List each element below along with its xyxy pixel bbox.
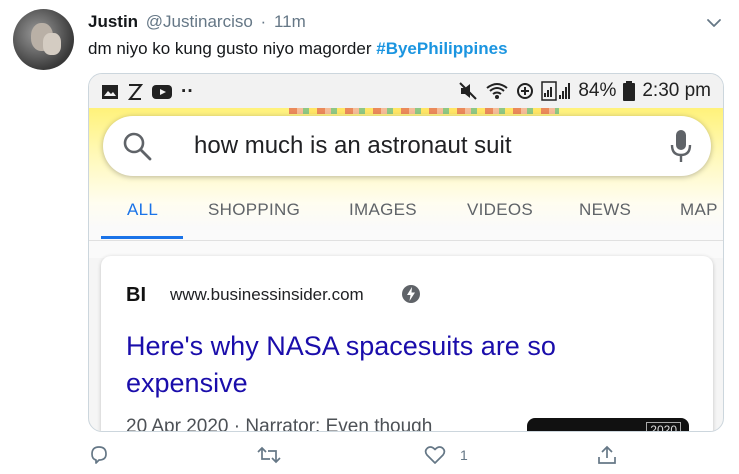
tweet-media-image[interactable]: ·· 84% 2:30 pm how much is an astronaut … bbox=[88, 73, 724, 432]
search-result-card[interactable]: BI www.businessinsider.com Here's why NA… bbox=[101, 256, 713, 432]
heart-icon bbox=[424, 446, 446, 464]
search-tabs: ALL SHOPPING IMAGES VIDEOS NEWS MAP bbox=[101, 198, 723, 240]
status-clock: 2:30 pm bbox=[642, 80, 711, 101]
reply-button[interactable] bbox=[88, 444, 110, 466]
site-logo: BI bbox=[126, 284, 146, 306]
amp-lightning-icon bbox=[402, 285, 420, 303]
like-count: 1 bbox=[460, 447, 468, 463]
hashtag-link[interactable]: #ByePhilippines bbox=[376, 39, 507, 58]
result-title-link[interactable]: Here's why NASA spacesuits are so expens… bbox=[126, 328, 596, 402]
tab-shopping[interactable]: SHOPPING bbox=[208, 200, 300, 220]
phone-status-bar: ·· 84% 2:30 pm bbox=[89, 74, 723, 108]
thumbnail-badge: 2020 bbox=[646, 422, 681, 431]
search-query[interactable]: how much is an astronaut suit bbox=[194, 132, 512, 160]
tabs-divider bbox=[89, 240, 723, 241]
tab-images[interactable]: IMAGES bbox=[349, 200, 417, 220]
tweet-actions: 1 bbox=[88, 444, 628, 472]
author-handle[interactable]: @Justinarciso bbox=[146, 12, 253, 31]
header-separator: · bbox=[260, 12, 267, 31]
microphone-icon[interactable] bbox=[669, 128, 693, 164]
status-overflow-dots: ·· bbox=[181, 81, 194, 102]
signal-icon bbox=[541, 81, 571, 101]
author-name[interactable]: Justin bbox=[88, 12, 138, 31]
z-icon bbox=[127, 84, 143, 100]
search-box[interactable]: how much is an astronaut suit bbox=[103, 116, 711, 176]
battery-icon bbox=[623, 81, 636, 101]
search-icon[interactable] bbox=[121, 130, 153, 162]
avatar-hand bbox=[43, 33, 61, 55]
status-bar-left: ·· bbox=[101, 81, 194, 103]
tweet-body: dm niyo ko kung gusto niyo magorder bbox=[88, 39, 372, 58]
tweet-text: dm niyo ko kung gusto niyo magorder #Bye… bbox=[88, 39, 508, 59]
result-snippet: 20 Apr 2020 · Narrator: Even though bbox=[126, 416, 433, 432]
tweet-header: Justin @Justinarciso · 11m bbox=[88, 12, 306, 32]
avatar[interactable] bbox=[13, 9, 74, 70]
share-button[interactable] bbox=[596, 444, 618, 466]
youtube-icon bbox=[152, 85, 172, 99]
data-saver-icon bbox=[517, 83, 534, 99]
tab-all[interactable]: ALL bbox=[127, 200, 158, 220]
retweet-button[interactable] bbox=[256, 444, 282, 466]
status-bar-right: 84% 2:30 pm bbox=[458, 80, 711, 102]
tab-maps[interactable]: MAP bbox=[680, 200, 718, 220]
chevron-down-icon[interactable] bbox=[705, 14, 723, 32]
result-url[interactable]: www.businessinsider.com bbox=[170, 285, 364, 305]
image-icon bbox=[102, 85, 118, 99]
tweet-timestamp[interactable]: 11m bbox=[274, 12, 306, 31]
tab-news[interactable]: NEWS bbox=[579, 200, 631, 220]
battery-percent: 84% bbox=[578, 80, 617, 101]
share-icon bbox=[598, 445, 616, 464]
retweet-icon bbox=[257, 446, 281, 464]
active-tab-indicator bbox=[101, 236, 183, 239]
tab-videos[interactable]: VIDEOS bbox=[467, 200, 533, 220]
wifi-icon bbox=[486, 83, 508, 99]
reply-icon bbox=[91, 446, 107, 464]
result-thumbnail[interactable]: 2020 bbox=[527, 418, 689, 431]
mute-icon bbox=[459, 82, 478, 100]
doodle-strip bbox=[289, 108, 559, 114]
like-button[interactable]: 1 bbox=[424, 444, 468, 466]
